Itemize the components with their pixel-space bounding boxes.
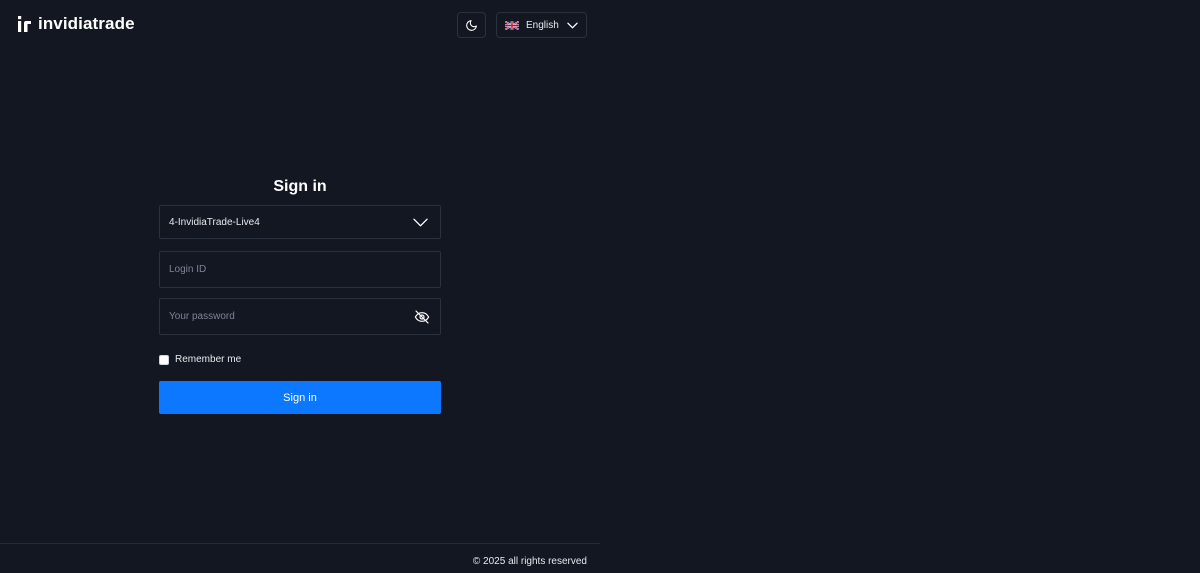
copyright-text: © 2025 all rights reserved: [472, 556, 587, 567]
page-title: Sign in: [273, 178, 327, 195]
language-label: English: [526, 19, 559, 31]
language-select[interactable]: English: [496, 12, 587, 38]
login-id-input[interactable]: [169, 264, 431, 275]
footer-divider: [0, 543, 600, 544]
password-input[interactable]: [169, 311, 413, 322]
chevron-down-icon: [413, 218, 428, 226]
uk-flag-icon: [505, 20, 519, 30]
password-visibility-toggle[interactable]: [413, 308, 431, 326]
password-field[interactable]: [159, 298, 441, 335]
login-id-field[interactable]: [159, 251, 441, 288]
eye-off-icon: [414, 309, 430, 324]
brand-mark-icon: [18, 16, 31, 32]
brand-logo[interactable]: invidiatrade: [18, 15, 135, 33]
chevron-down-icon: [567, 22, 578, 28]
login-page: invidiatrade English Sign in 4-InvidiaTr…: [0, 0, 1200, 573]
remember-me-label[interactable]: Remember me: [175, 354, 241, 365]
moon-icon: [466, 19, 477, 31]
sign-in-button[interactable]: Sign in: [159, 381, 441, 414]
brand-name: invidiatrade: [38, 14, 135, 33]
theme-toggle-button[interactable]: [457, 12, 486, 38]
server-select-value: 4-InvidiaTrade-Live4: [169, 216, 260, 228]
remember-me: Remember me: [159, 354, 241, 365]
remember-me-checkbox[interactable]: [159, 354, 169, 365]
server-select[interactable]: 4-InvidiaTrade-Live4: [159, 205, 441, 239]
